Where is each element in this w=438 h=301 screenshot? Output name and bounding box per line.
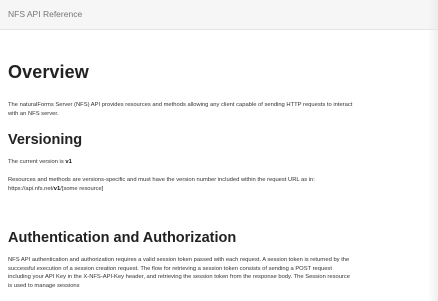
url-suffix: /[some resource] [60,185,104,192]
url-prefix: https://api.nfs.net/ [8,185,54,192]
auth-text-line-1: NFS API authentication and authorization… [8,257,350,263]
current-version-line: The current version is v1 [8,158,72,167]
overview-paragraph: The naturalForms Server (NFS) API provid… [8,101,352,118]
auth-text-line-2: successful execution of a session creati… [8,265,332,272]
document-page: NFS API Reference Overview The naturalFo… [0,0,438,301]
overview-text-line-2: with an NFS server. [8,110,59,117]
overview-text-line-1: The naturalForms Server (NFS) API provid… [8,102,353,108]
versioning-heading: Versioning [8,132,83,148]
versioning-rules-line: Resources and methods are versions-speci… [8,177,315,183]
auth-heading: Authentication and Authorization [8,230,237,246]
auth-text-line-3: including your API Key in the X-NFS-API-… [8,274,350,281]
overview-heading: Overview [8,62,89,82]
current-version-value: v1 [65,159,72,165]
page-title: NFS API Reference [8,9,83,19]
versioning-url-line: https://api.nfs.net/v1/[some resource] [8,185,315,194]
header-bar: NFS API Reference [0,0,438,30]
current-version-paragraph: The current version is v1 [8,158,72,167]
auth-paragraph: NFS API authentication and authorization… [8,256,350,290]
page-edge-shadow [428,0,438,301]
current-version-prefix: The current version is [8,159,66,165]
versioning-rules-paragraph: Resources and methods are versions-speci… [8,176,315,193]
auth-text-line-4: is used to manage sessions [8,282,80,289]
